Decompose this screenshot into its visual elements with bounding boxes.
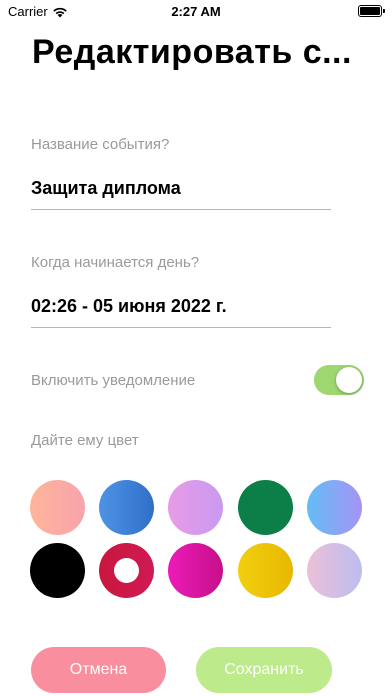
color-swatch-crimson[interactable] [99,543,154,598]
save-button[interactable]: Сохранить [196,647,332,693]
page-title: Редактировать с... [32,33,352,71]
status-bar: Carrier 2:27 AM [0,0,392,22]
event-name-underline [31,209,331,210]
color-swatch-peach[interactable] [30,480,85,535]
color-swatch-violet-pink[interactable] [168,480,223,535]
start-date-underline [31,327,331,328]
toggle-knob [336,367,362,393]
color-swatch-yellow[interactable] [238,543,293,598]
color-swatch-magenta[interactable] [168,543,223,598]
cancel-button[interactable]: Отмена [31,647,166,693]
color-swatch-black[interactable] [30,543,85,598]
notification-label: Включить уведомление [31,372,196,389]
color-swatch-pastel-pink-lavender[interactable] [307,543,362,598]
color-swatch-sky-lavender[interactable] [307,480,362,535]
status-time: 2:27 AM [171,4,221,19]
notification-toggle[interactable] [314,365,364,395]
event-name-label: Название события? [31,136,170,153]
start-date-picker[interactable]: 02:26 - 05 июня 2022 г. [31,296,227,317]
start-date-label: Когда начинается день? [31,254,200,271]
color-swatch-green[interactable] [238,480,293,535]
color-swatch-blue[interactable] [99,480,154,535]
color-picker-label: Дайте ему цвет [31,432,139,449]
battery-icon [358,5,385,17]
event-name-input[interactable]: Защита диплома [31,178,181,199]
